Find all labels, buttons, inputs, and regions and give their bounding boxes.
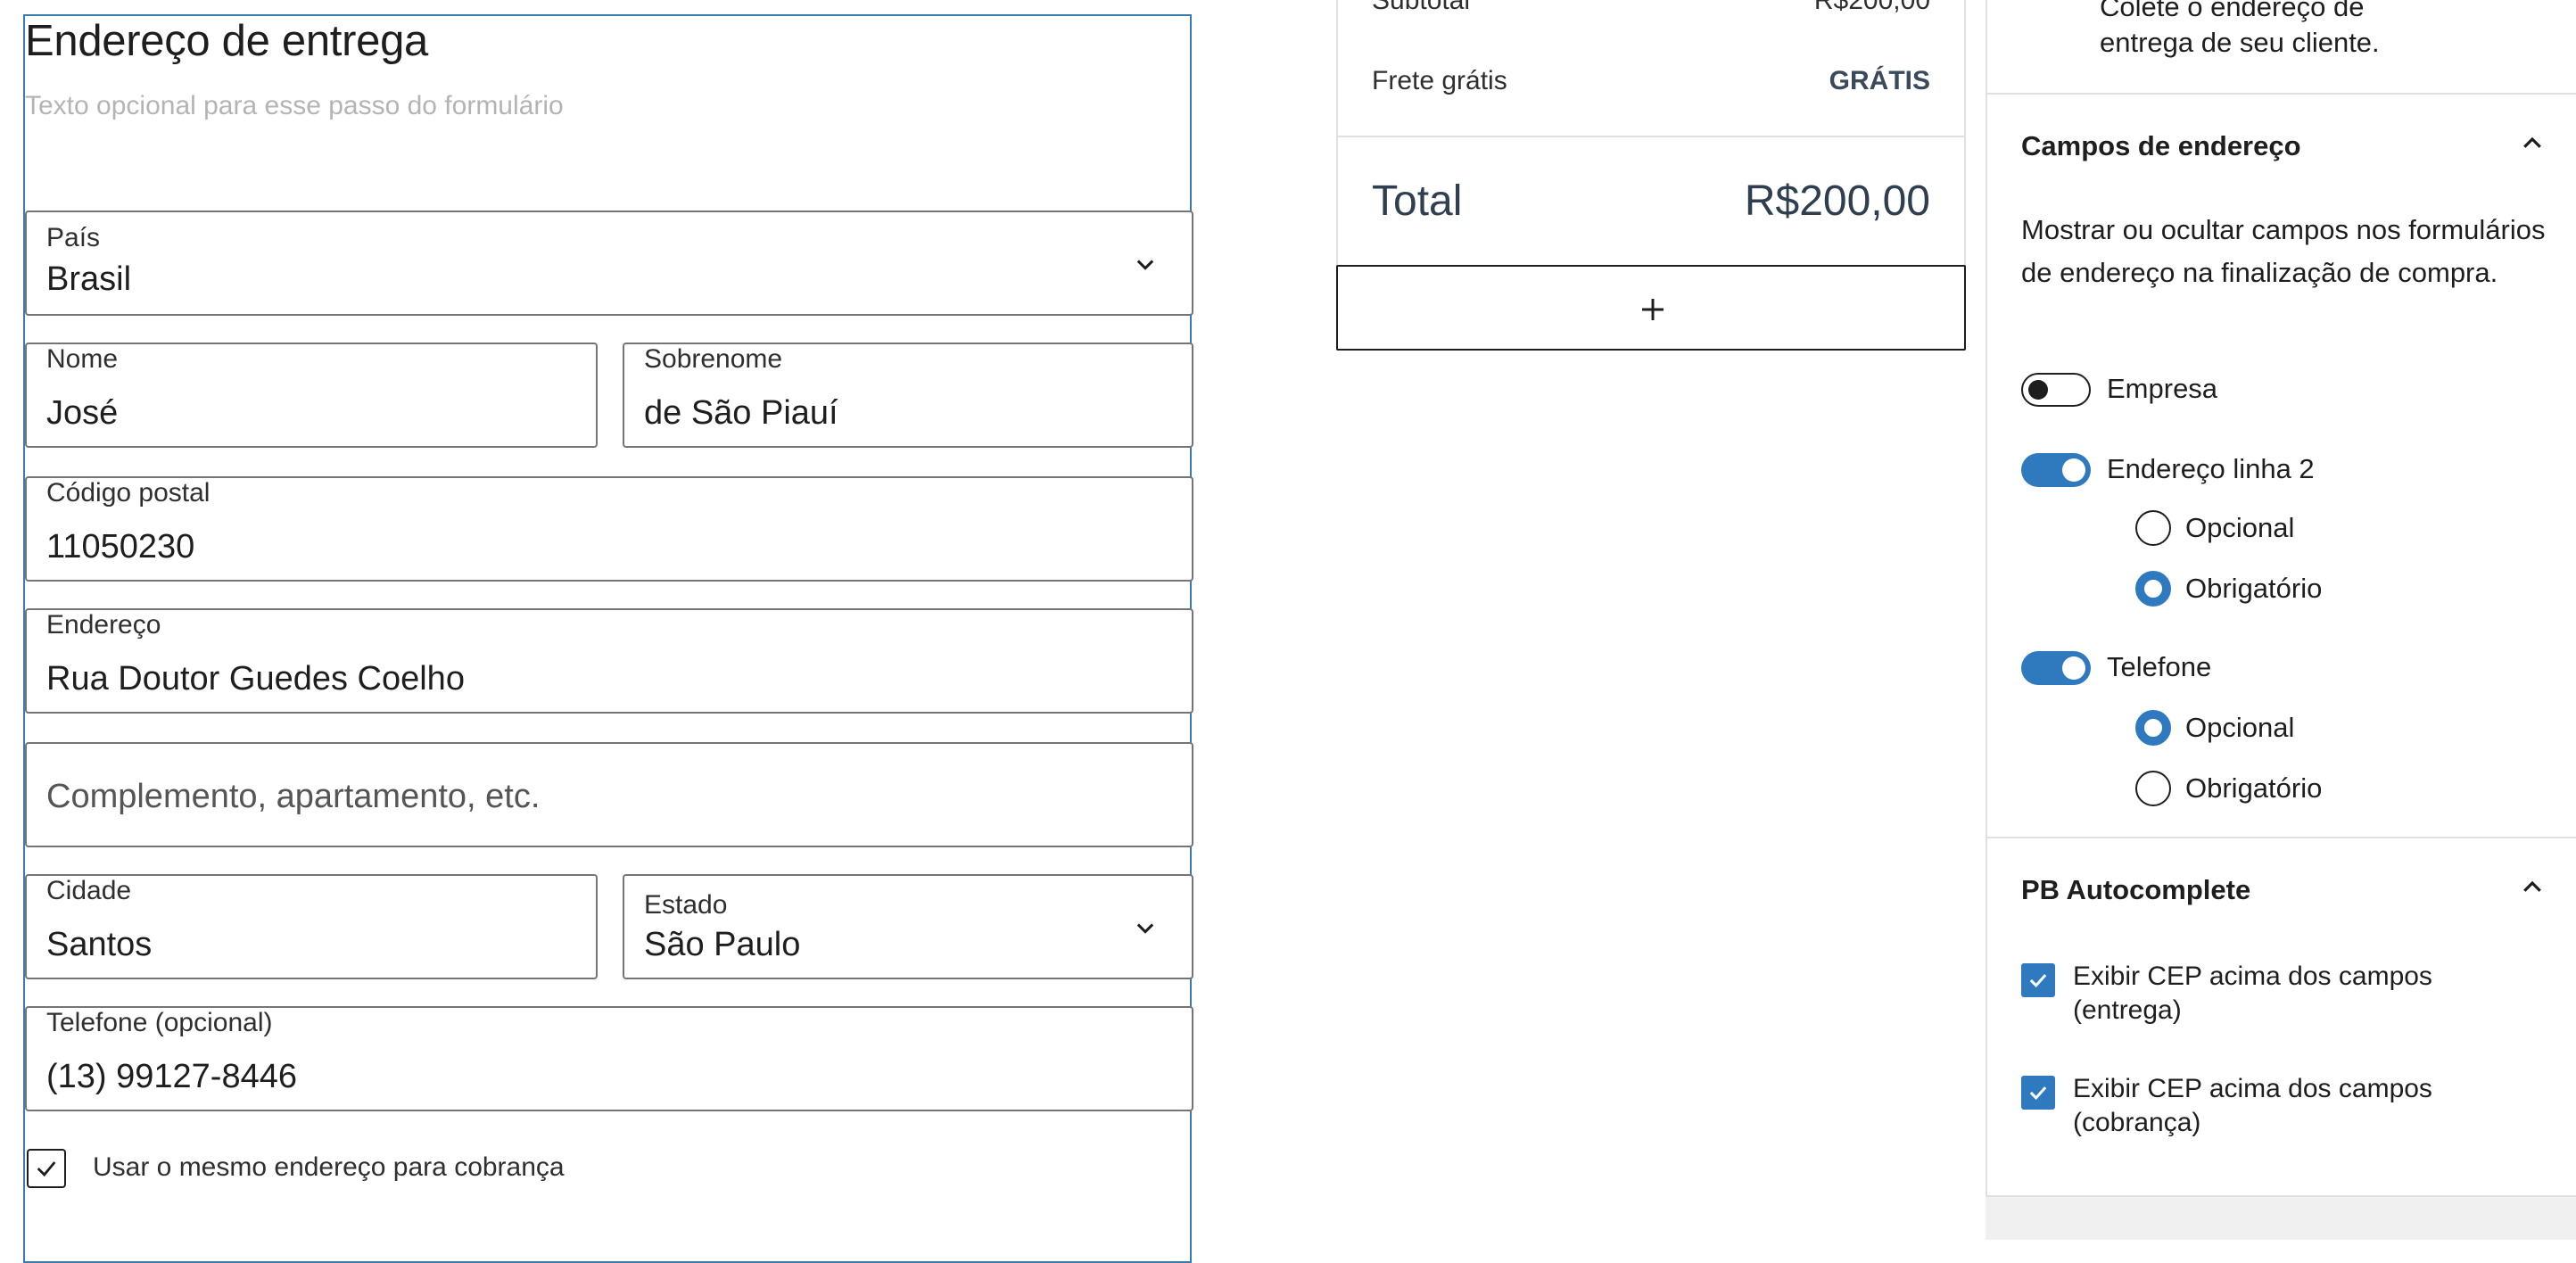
city-field[interactable]: Cidade Santos	[25, 874, 598, 979]
total-label: Total	[1372, 177, 1463, 225]
toggle-knob	[2062, 656, 2085, 680]
phone-required-radio[interactable]	[2135, 771, 2171, 806]
order-summary: Subtotal R$200,00 Frete grátis GRÁTIS To…	[1336, 0, 1966, 266]
phone-optional-radio[interactable]	[2135, 710, 2171, 746]
phone-label: Telefone (opcional)	[46, 1008, 273, 1037]
last-name-value: de São Piauí	[644, 394, 838, 432]
address2-required-radio[interactable]	[2135, 571, 2171, 607]
phone-field[interactable]: Telefone (opcional) (13) 99127-8446	[25, 1006, 1193, 1111]
intro-line-2: entrega de seu cliente.	[2100, 27, 2380, 58]
add-block-button[interactable]	[1336, 265, 1966, 351]
chevron-up-icon	[2523, 136, 2541, 148]
address-line2-field[interactable]: Complemento, apartamento, etc.	[25, 742, 1193, 847]
address-fields-description: Mostrar ou ocultar campos nos formulário…	[2021, 214, 2546, 288]
same-billing-label[interactable]: Usar o mesmo endereço para cobrança	[93, 1152, 565, 1183]
chevron-down-icon	[1136, 260, 1154, 270]
summary-divider	[1338, 136, 1964, 137]
shipping-cep-checkbox[interactable]	[2021, 963, 2055, 997]
shipping-address-block[interactable]: Endereço de entrega Texto opcional para …	[23, 14, 1193, 1263]
subtotal-label: Subtotal	[1372, 0, 1471, 15]
address-line2-placeholder: Complemento, apartamento, etc.	[46, 778, 541, 815]
same-billing-checkbox[interactable]	[27, 1149, 66, 1188]
first-name-label: Nome	[46, 344, 119, 374]
phone-optional-label: Opcional	[2185, 712, 2295, 743]
state-value: São Paulo	[644, 926, 801, 963]
phone-value: (13) 99127-8446	[46, 1058, 297, 1095]
address2-optional-label: Opcional	[2185, 512, 2295, 543]
postal-code-field[interactable]: Código postal 11050230	[25, 476, 1193, 582]
shipping-label: Frete grátis	[1372, 66, 1507, 95]
country-select[interactable]: País Brasil	[25, 210, 1193, 316]
city-label: Cidade	[46, 876, 132, 905]
settings-sidebar: Colete o endereço de entrega de seu clie…	[1986, 0, 2576, 1240]
form-description-input[interactable]: Texto opcional para esse passo do formul…	[25, 91, 564, 121]
postal-code-label: Código postal	[46, 478, 211, 508]
chevron-up-icon	[2523, 880, 2541, 892]
shipping-value: GRÁTIS	[1829, 66, 1930, 95]
postal-code-value: 11050230	[46, 528, 195, 565]
address-value: Rua Doutor Guedes Coelho	[46, 660, 465, 698]
country-value: Brasil	[46, 260, 132, 298]
company-toggle[interactable]	[2021, 373, 2091, 407]
address2-required-label: Obrigatório	[2185, 573, 2323, 604]
address2-label: Endereço linha 2	[2107, 453, 2315, 484]
address2-toggle[interactable]	[2021, 453, 2091, 487]
last-name-label: Sobrenome	[644, 344, 783, 374]
shipping-cep-label: Exibir CEP acima dos campos (entrega)	[2073, 962, 2432, 1025]
address-fields-panel-toggle[interactable]: Campos de endereço	[1987, 95, 2576, 198]
check-icon	[2029, 974, 2047, 988]
check-icon	[2029, 1086, 2047, 1101]
plus-icon	[1642, 299, 1664, 320]
billing-cep-checkbox[interactable]	[2021, 1076, 2055, 1110]
toggle-knob	[2062, 458, 2085, 482]
address2-optional-radio[interactable]	[2135, 510, 2171, 546]
phone-toggle-label: Telefone	[2107, 651, 2212, 682]
address-label: Endereço	[46, 610, 161, 640]
first-name-field[interactable]: Nome José	[25, 343, 598, 448]
city-value: Santos	[46, 926, 153, 963]
sidebar-footer-area	[1986, 1197, 2576, 1240]
chevron-down-icon	[1136, 923, 1154, 934]
state-select[interactable]: Estado São Paulo	[623, 874, 1193, 979]
phone-toggle[interactable]	[2021, 651, 2091, 685]
toggle-knob	[2028, 380, 2048, 400]
total-value: R$200,00	[1744, 177, 1930, 225]
address-field[interactable]: Endereço Rua Doutor Guedes Coelho	[25, 608, 1193, 714]
country-label: País	[46, 223, 101, 252]
subtotal-value: R$200,00	[1813, 0, 1930, 15]
first-name-value: José	[46, 394, 119, 432]
autocomplete-panel-toggle[interactable]: PB Autocomplete	[1987, 838, 2576, 942]
form-title[interactable]: Endereço de entrega	[25, 16, 428, 66]
autocomplete-title: PB Autocomplete	[2021, 874, 2251, 905]
address-fields-title: Campos de endereço	[2021, 130, 2301, 161]
company-label: Empresa	[2107, 373, 2218, 404]
last-name-field[interactable]: Sobrenome de São Piauí	[623, 343, 1193, 448]
state-label: Estado	[644, 890, 728, 920]
phone-required-label: Obrigatório	[2185, 772, 2323, 804]
check-icon	[37, 1161, 56, 1177]
billing-cep-label: Exibir CEP acima dos campos (cobrança)	[2073, 1074, 2432, 1137]
